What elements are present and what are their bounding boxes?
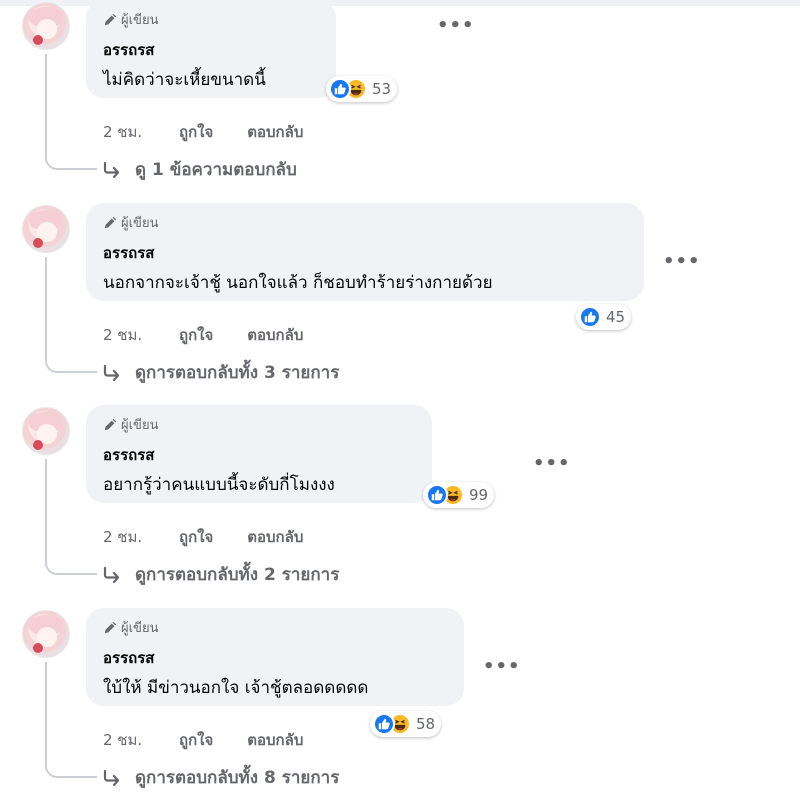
comment-actions: 2 ชม. ถูกใจ ตอบกลับ xyxy=(103,323,337,347)
author-badge-label: ผู้เขียน xyxy=(121,216,159,231)
thread-curve xyxy=(45,561,97,575)
comment-text: ใบ้ให้ มีข่าวนอกใจ เจ้าชู้ตลอดดดดด xyxy=(103,678,369,698)
view-replies-link[interactable]: ดูการตอบกลับทั้ง 3 รายการ xyxy=(103,359,339,386)
view-replies-link[interactable]: ดู 1 ข้อความตอบกลับ xyxy=(103,156,297,183)
view-replies-label: ดูการตอบกลับทั้ง 2 รายการ xyxy=(135,565,340,585)
author-badge: ผู้เขียน xyxy=(103,617,158,638)
comment-timestamp[interactable]: 2 ชม. xyxy=(103,525,179,549)
like-reaction-icon xyxy=(579,306,601,328)
comment-text: นอกจากจะเจ้าชู้ นอกใจแล้ว ก็ชอบทำร้ายร่า… xyxy=(103,273,493,293)
avatar[interactable] xyxy=(22,610,70,658)
thread-curve xyxy=(45,764,97,778)
reaction-count: 45 xyxy=(606,308,626,326)
comment: ผู้เขียน อรรถรส ไม่คิดว่าจะเหี้ยขนาดนี้ … xyxy=(0,0,800,203)
author-name[interactable]: อรรถรส xyxy=(103,38,154,62)
view-replies-label: ดูการตอบกลับทั้ง 8 รายการ xyxy=(135,768,340,788)
comment: ผู้เขียน อรรถรส นอกจากจะเจ้าชู้ นอกใจแล้… xyxy=(0,203,800,406)
thread-line xyxy=(45,257,47,359)
pencil-icon xyxy=(104,216,117,228)
comment-actions: 2 ชม. ถูกใจ ตอบกลับ xyxy=(103,525,337,549)
view-replies-link[interactable]: ดูการตอบกลับทั้ง 2 รายการ xyxy=(103,561,339,588)
more-options-icon[interactable]: ••• xyxy=(533,453,571,474)
reaction-summary[interactable]: 99 xyxy=(423,482,495,508)
comment-timestamp[interactable]: 2 ชม. xyxy=(103,728,179,752)
more-options-icon[interactable]: ••• xyxy=(437,15,475,36)
comment-text: ไม่คิดว่าจะเหี้ยขนาดนี้ xyxy=(103,70,266,90)
reaction-count: 99 xyxy=(469,486,489,504)
avatar[interactable] xyxy=(22,205,70,253)
reaction-count: 58 xyxy=(416,715,436,733)
reply-arrow-icon xyxy=(103,769,120,786)
reply-arrow-icon xyxy=(103,364,120,381)
more-options-icon[interactable]: ••• xyxy=(483,656,521,677)
like-button[interactable]: ถูกใจ xyxy=(179,728,213,752)
reaction-summary[interactable]: 45 xyxy=(576,304,632,330)
reply-button[interactable]: ตอบกลับ xyxy=(247,728,303,752)
like-button[interactable]: ถูกใจ xyxy=(179,525,213,549)
reaction-count: 53 xyxy=(372,80,392,98)
author-badge-label: ผู้เขียน xyxy=(121,621,159,636)
thread-curve xyxy=(45,156,97,170)
pencil-icon xyxy=(104,418,117,430)
avatar[interactable] xyxy=(22,407,70,455)
author-name[interactable]: อรรถรส xyxy=(103,241,154,265)
comment-actions: 2 ชม. ถูกใจ ตอบกลับ xyxy=(103,120,337,144)
like-button[interactable]: ถูกใจ xyxy=(179,323,213,347)
reply-button[interactable]: ตอบกลับ xyxy=(247,323,303,347)
comment-timestamp[interactable]: 2 ชม. xyxy=(103,120,179,144)
comment-text: อยากรู้ว่าคนแบบนี้จะดับกี่โมงงง xyxy=(103,475,335,495)
view-replies-label: ดูการตอบกลับทั้ง 3 รายการ xyxy=(135,363,340,383)
comment: ผู้เขียน อรรถรส ใบ้ให้ มีข่าวนอกใจ เจ้าช… xyxy=(0,608,800,811)
author-badge: ผู้เขียน xyxy=(103,212,158,233)
thread-line xyxy=(45,459,47,561)
pencil-icon xyxy=(104,13,117,25)
thread-line xyxy=(45,662,47,764)
reply-button[interactable]: ตอบกลับ xyxy=(247,120,303,144)
author-name[interactable]: อรรถรส xyxy=(103,646,154,670)
comment: ผู้เขียน อรรถรส อยากรู้ว่าคนแบบนี้จะดับก… xyxy=(0,405,800,608)
like-reaction-icon xyxy=(426,484,448,506)
author-badge-label: ผู้เขียน xyxy=(121,418,159,433)
avatar[interactable] xyxy=(22,2,70,50)
more-options-icon[interactable]: ••• xyxy=(663,251,701,272)
reply-arrow-icon xyxy=(103,566,120,583)
thread-curve xyxy=(45,359,97,373)
comment-actions: 2 ชม. ถูกใจ ตอบกลับ xyxy=(103,728,337,752)
like-reaction-icon xyxy=(329,78,351,100)
reply-button[interactable]: ตอบกลับ xyxy=(247,525,303,549)
author-badge: ผู้เขียน xyxy=(103,414,158,435)
reply-arrow-icon xyxy=(103,161,120,178)
reaction-summary[interactable]: 53 xyxy=(326,76,398,102)
thread-line xyxy=(45,54,47,156)
author-badge-label: ผู้เขียน xyxy=(121,13,159,28)
view-replies-link[interactable]: ดูการตอบกลับทั้ง 8 รายการ xyxy=(103,764,339,791)
view-replies-label: ดู 1 ข้อความตอบกลับ xyxy=(135,160,297,180)
author-name[interactable]: อรรถรส xyxy=(103,443,154,467)
author-badge: ผู้เขียน xyxy=(103,9,158,30)
reaction-summary[interactable]: 58 xyxy=(370,711,442,737)
comment-timestamp[interactable]: 2 ชม. xyxy=(103,323,179,347)
like-button[interactable]: ถูกใจ xyxy=(179,120,213,144)
pencil-icon xyxy=(104,621,117,633)
like-reaction-icon xyxy=(373,713,395,735)
